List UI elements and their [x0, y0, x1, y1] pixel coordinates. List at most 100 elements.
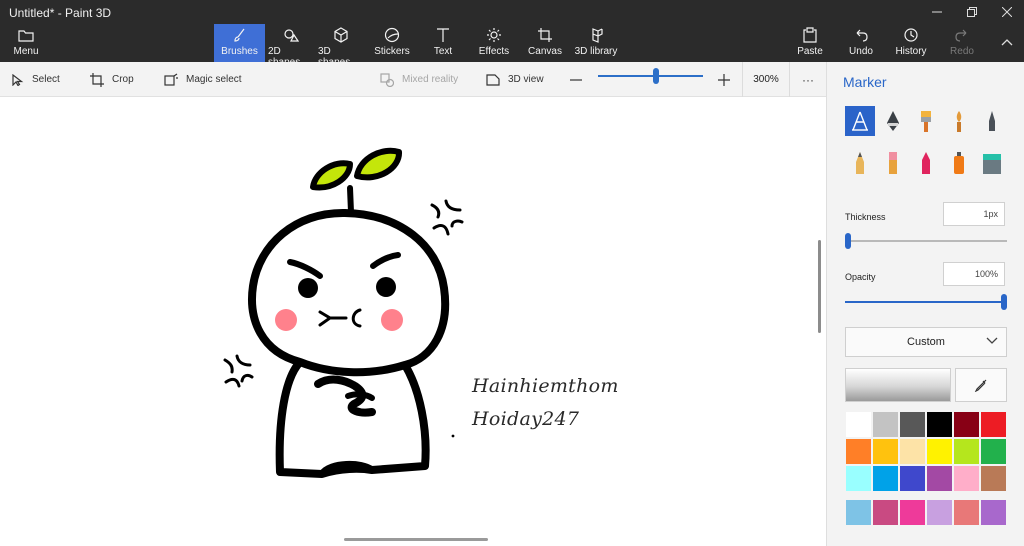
redo-button[interactable]: Redo [948, 24, 976, 62]
tab-brushes[interactable]: Brushes [214, 24, 265, 62]
custom-color-swatch[interactable] [899, 499, 926, 526]
color-palette [845, 411, 1007, 492]
current-color-swatch[interactable] [845, 368, 951, 402]
color-swatch[interactable] [926, 438, 953, 465]
opacity-input[interactable]: 100% [943, 262, 1005, 286]
3d-shapes-icon [333, 27, 349, 43]
oil-brush[interactable] [911, 106, 941, 136]
color-swatch[interactable] [926, 465, 953, 492]
tab-2d-shapes[interactable]: 2D shapes [268, 24, 314, 68]
horizontal-scrollbar[interactable] [344, 538, 488, 541]
close-icon [1002, 7, 1012, 17]
close-button[interactable] [990, 0, 1024, 24]
color-swatch[interactable] [953, 411, 980, 438]
color-swatch[interactable] [845, 411, 872, 438]
zoom-slider-thumb[interactable] [653, 68, 659, 84]
paste-button[interactable]: Paste [794, 24, 826, 62]
more-options-button[interactable]: ··· [802, 62, 814, 97]
color-swatch[interactable] [845, 438, 872, 465]
sprout-stem [347, 185, 354, 215]
tab-stickers[interactable]: Stickers [372, 24, 412, 62]
anger-mark-left [223, 354, 254, 388]
thickness-slider-track[interactable] [845, 240, 1007, 242]
mixed-reality-tool[interactable]: Mixed reality [380, 62, 458, 97]
magic-select-tool[interactable]: Magic select [164, 62, 242, 97]
redo-icon [954, 27, 970, 43]
tab-label: Stickers [374, 46, 410, 57]
character-body [275, 358, 430, 478]
color-swatch[interactable] [872, 438, 899, 465]
brush-panel: Marker Thickness 1px Opacity 100% Custom [826, 62, 1024, 546]
vertical-scrollbar[interactable] [818, 240, 821, 333]
left-leaf [310, 160, 353, 191]
undo-icon [853, 27, 869, 43]
chevron-up-icon [1001, 39, 1013, 46]
zoom-level[interactable]: 300% [742, 62, 790, 97]
color-swatch[interactable] [980, 411, 1007, 438]
tab-text[interactable]: Text [424, 24, 462, 62]
custom-color-swatch[interactable] [872, 499, 899, 526]
opacity-slider-thumb[interactable] [1001, 294, 1007, 310]
custom-color-swatch[interactable] [845, 499, 872, 526]
magic-select-label: Magic select [186, 74, 242, 85]
3d-view-toggle[interactable]: 3D view [486, 62, 544, 97]
eraser-brush[interactable] [878, 148, 908, 178]
color-swatch[interactable] [953, 438, 980, 465]
marker-brush[interactable] [845, 106, 875, 136]
select-label: Select [32, 74, 60, 85]
color-swatch[interactable] [899, 411, 926, 438]
crop-label: Crop [112, 74, 134, 85]
zoom-out-button[interactable] [570, 62, 582, 97]
right-cheek [381, 309, 403, 331]
title-and-ribbon-bar: Untitled* - Paint 3D Menu Brushes 2D sha… [0, 0, 1024, 68]
zoom-slider-track[interactable] [598, 75, 703, 77]
tab-3d-shapes[interactable]: 3D shapes [318, 24, 364, 68]
collapse-ribbon-button[interactable] [990, 30, 1024, 54]
menu-button[interactable]: Menu [4, 24, 48, 62]
minus-icon [570, 78, 582, 81]
thickness-slider-thumb[interactable] [845, 233, 851, 249]
thickness-input[interactable]: 1px [943, 202, 1005, 226]
history-button[interactable]: History [894, 24, 928, 62]
color-swatch[interactable] [899, 465, 926, 492]
undo-button[interactable]: Undo [846, 24, 876, 62]
color-swatch[interactable] [980, 465, 1007, 492]
color-swatch[interactable] [926, 411, 953, 438]
pencil-brush[interactable] [845, 148, 875, 178]
brush-icon [232, 27, 248, 43]
custom-color-swatch[interactable] [953, 499, 980, 526]
spray-can-brush[interactable] [944, 148, 974, 178]
right-leaf [354, 147, 402, 181]
custom-color-swatch[interactable] [926, 499, 953, 526]
color-swatch[interactable] [845, 465, 872, 492]
maximize-button[interactable] [955, 0, 989, 24]
pixel-pen-brush[interactable] [977, 106, 1007, 136]
tab-effects[interactable]: Effects [474, 24, 514, 62]
fill-brush[interactable] [977, 148, 1007, 178]
color-swatch[interactable] [980, 438, 1007, 465]
eyedropper-button[interactable] [955, 368, 1007, 402]
tab-canvas[interactable]: Canvas [524, 24, 566, 62]
crop-tool[interactable]: Crop [90, 62, 134, 97]
calligraphy-pen-brush[interactable] [878, 106, 908, 136]
secondary-toolbar: Select Crop Magic select Mixed reality 3… [0, 62, 826, 97]
color-swatch[interactable] [872, 465, 899, 492]
color-swatch[interactable] [953, 465, 980, 492]
watercolor-icon [956, 111, 962, 132]
watercolor-brush[interactable] [944, 106, 974, 136]
color-swatch[interactable] [899, 438, 926, 465]
anger-mark-top [430, 199, 464, 236]
crayon-brush[interactable] [911, 148, 941, 178]
zoom-in-button[interactable] [718, 62, 730, 97]
select-tool[interactable]: Select [12, 62, 60, 97]
cursor-icon [12, 73, 24, 86]
minimize-button[interactable] [920, 0, 954, 24]
color-swatch[interactable] [872, 411, 899, 438]
drawing-canvas[interactable]: Hainhiemthom Hoiday247 [0, 97, 826, 546]
tab-label: Brushes [221, 46, 258, 57]
panel-title: Marker [843, 74, 887, 90]
color-mode-dropdown[interactable]: Custom [845, 327, 1007, 357]
opacity-slider-track[interactable] [845, 301, 1007, 303]
tab-3d-library[interactable]: 3D library [574, 24, 618, 62]
custom-color-swatch[interactable] [980, 499, 1007, 526]
